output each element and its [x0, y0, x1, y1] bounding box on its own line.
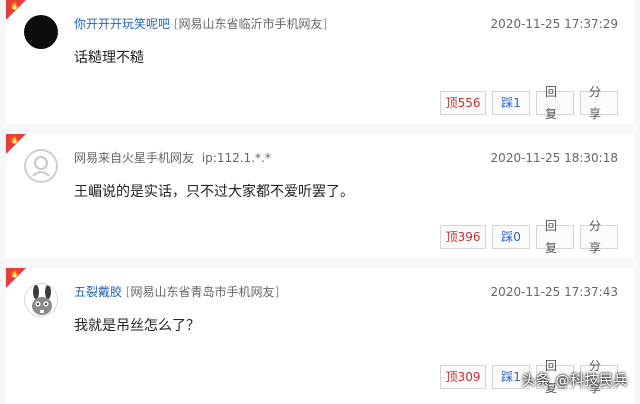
downvote-button[interactable]: 踩1 — [492, 91, 530, 115]
comment-text: 话糙理不糙 — [74, 50, 144, 66]
avatar[interactable] — [24, 15, 58, 49]
comment-text: 王嵋说的是实话，只不过大家都不爱听罢了。 — [74, 184, 354, 200]
share-button[interactable]: 分享 — [580, 219, 618, 255]
comment-timestamp: 2020-11-25 18:30:18 — [490, 151, 618, 165]
flame-icon: 🔥 — [9, 1, 21, 11]
username-label: 网易来自火星手机网友 — [74, 151, 195, 165]
user-info: 你开开开玩笑呢吧 [网易山东省临沂市手机网友] — [74, 17, 328, 31]
comment-timestamp: 2020-11-25 17:37:29 — [490, 17, 618, 31]
downvote-button[interactable]: 踩0 — [492, 225, 530, 249]
flame-icon: 🔥 — [9, 135, 21, 145]
comment-actions: 顶 556 踩1 回复 分享 — [434, 85, 618, 121]
reply-button[interactable]: 回复 — [536, 219, 574, 255]
comment-actions: 顶 396 踩0 回复 分享 — [434, 219, 618, 255]
comment-text: 我就是吊丝怎么了？ — [74, 318, 200, 334]
user-info: 网易来自火星手机网友 ip:112.1.*.* — [74, 150, 271, 166]
username-link[interactable]: 五裂戴胶 — [74, 285, 122, 299]
share-button[interactable]: 分享 — [580, 85, 618, 121]
comment-card: 🔥 你开开开玩笑呢吧 [网易山东省临沂市手机网友] 2020-11-25 17:… — [6, 0, 634, 124]
upvote-button[interactable]: 顶 556 — [440, 91, 486, 115]
flame-icon: 🔥 — [9, 269, 21, 279]
upvote-button[interactable]: 顶 396 — [440, 225, 486, 249]
default-avatar-icon[interactable] — [24, 149, 58, 183]
upvote-button[interactable]: 顶 309 — [440, 365, 486, 389]
username-link[interactable]: 你开开开玩笑呢吧 — [74, 17, 170, 31]
user-location: 网易山东省临沂市手机网友 — [178, 17, 323, 31]
reply-button[interactable]: 回复 — [536, 85, 574, 121]
user-ip: ip:112.1.*.* — [201, 151, 271, 165]
user-info: 五裂戴胶 [网易山东省青岛市手机网友] — [74, 285, 280, 299]
user-location: 网易山东省青岛市手机网友 — [130, 285, 275, 299]
rabbit-avatar-icon[interactable] — [24, 283, 58, 317]
comment-card: 🔥 网易来自火星手机网友 ip:112.1.*.* 2020-11-25 18:… — [6, 134, 634, 258]
watermark-text: 头条 @科技民兵 — [521, 373, 628, 389]
comment-timestamp: 2020-11-25 17:37:43 — [490, 285, 618, 299]
